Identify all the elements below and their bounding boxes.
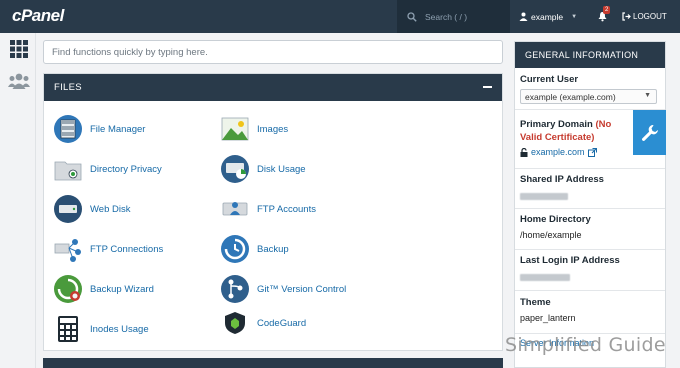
codeguard-icon [219, 307, 251, 339]
primary-domain-label: Primary Domain [520, 119, 593, 130]
git-version-control-label: Git™ Version Control [257, 283, 347, 295]
logout-icon [622, 12, 631, 21]
file-manager-link[interactable]: File Manager [52, 113, 145, 145]
home-directory-label: Home Directory [520, 214, 591, 225]
top-search-input[interactable]: Search ( / ) [397, 0, 510, 33]
home-directory-section: Home Directory /home/example [515, 209, 665, 250]
inodes-usage-label: Inodes Usage [90, 323, 149, 335]
file-manager-label: File Manager [90, 123, 146, 135]
users-button[interactable] [8, 70, 30, 92]
general-information-title: GENERAL INFORMATION [525, 50, 639, 60]
theme-label: Theme [520, 297, 551, 308]
primary-domain-section: Primary Domain (No Valid Certificate) ex… [515, 110, 666, 169]
chevron-down-icon: ▼ [571, 13, 578, 20]
shared-ip-label: Shared IP Address [520, 174, 604, 185]
wrench-icon [641, 124, 658, 141]
ftp-accounts-label: FTP Accounts [257, 203, 316, 215]
inodes-usage-link[interactable]: Inodes Usage [52, 313, 149, 345]
directory-privacy-icon [52, 153, 84, 185]
backup-wizard-label: Backup Wizard [90, 283, 154, 295]
images-label: Images [257, 123, 289, 135]
grid-icon [10, 40, 28, 58]
current-user-label: Current User [520, 74, 579, 85]
backup-label: Backup [257, 243, 289, 255]
top-navbar: cPanel Search ( / ) example ▼ 2 LOGOUT [0, 0, 680, 33]
search-icon [407, 11, 417, 22]
images-icon [219, 113, 251, 145]
primary-domain-value: example.com [531, 147, 585, 157]
lock-icon [520, 147, 528, 157]
theme-section: Theme paper_lantern [515, 291, 665, 334]
current-user-value: example (example.com) [525, 91, 616, 102]
general-information-panel: GENERAL INFORMATION Current User example… [514, 41, 666, 368]
theme-value: paper_lantern [520, 313, 576, 323]
file-manager-icon [52, 113, 84, 145]
git-icon [219, 273, 251, 305]
find-functions-placeholder: Find functions quickly by typing here. [52, 46, 208, 58]
users-icon [8, 73, 30, 89]
backup-icon [219, 233, 251, 265]
files-panel: FILES File Manager Images Directory Priv… [43, 73, 503, 351]
backup-wizard-icon [52, 273, 84, 305]
codeguard-link[interactable]: CodeGuard [219, 307, 306, 339]
web-disk-icon [52, 193, 84, 225]
codeguard-label: CodeGuard [257, 317, 307, 329]
chevron-down-icon: ▼ [644, 92, 651, 99]
user-icon [519, 12, 528, 21]
backup-link[interactable]: Backup [219, 233, 289, 265]
watermark: Simplified Guide [505, 334, 666, 356]
left-rail [0, 33, 36, 368]
next-panel-header[interactable] [43, 358, 503, 368]
directory-privacy-link[interactable]: Directory Privacy [52, 153, 162, 185]
user-menu[interactable]: example ▼ [512, 0, 586, 33]
ftp-connections-label: FTP Connections [90, 243, 164, 255]
general-information-header: GENERAL INFORMATION [515, 42, 665, 68]
ftp-connections-link[interactable]: FTP Connections [52, 233, 163, 265]
user-name: example [531, 11, 564, 22]
find-functions-input[interactable]: Find functions quickly by typing here. [43, 40, 503, 64]
last-login-ip-section: Last Login IP Address [515, 250, 665, 291]
ftp-accounts-icon [219, 193, 251, 225]
notification-count-badge: 2 [603, 6, 611, 14]
backup-wizard-link[interactable]: Backup Wizard [52, 273, 154, 305]
files-panel-title: FILES [54, 82, 82, 93]
shared-ip-value-redacted [520, 192, 665, 203]
files-panel-header[interactable]: FILES [44, 74, 502, 101]
home-directory-value: /home/example [520, 230, 582, 240]
web-disk-link[interactable]: Web Disk [52, 193, 130, 225]
last-login-ip-value-redacted [520, 273, 665, 284]
disk-usage-link[interactable]: Disk Usage [219, 153, 306, 185]
last-login-ip-label: Last Login IP Address [520, 255, 620, 266]
ftp-accounts-link[interactable]: FTP Accounts [219, 193, 316, 225]
disk-usage-icon [219, 153, 251, 185]
files-grid: File Manager Images Directory Privacy Di… [44, 101, 504, 351]
external-link-icon [587, 147, 597, 157]
collapse-icon[interactable] [483, 86, 492, 88]
ssl-wrench-button[interactable] [633, 110, 666, 155]
logout-label: LOGOUT [633, 12, 667, 21]
cpanel-logo[interactable]: cPanel [12, 6, 64, 26]
current-user-section: Current User example (example.com) ▼ [515, 70, 665, 110]
web-disk-label: Web Disk [90, 203, 131, 215]
images-link[interactable]: Images [219, 113, 288, 145]
top-search-placeholder: Search ( / ) [425, 11, 468, 22]
disk-usage-label: Disk Usage [257, 163, 306, 175]
ftp-connections-icon [52, 233, 84, 265]
primary-domain-heading: Primary Domain (No Valid Certificate) [520, 118, 628, 144]
logout-button[interactable]: LOGOUT [622, 0, 680, 33]
home-grid-button[interactable] [8, 38, 30, 60]
notifications-button[interactable]: 2 [589, 0, 616, 33]
inodes-usage-icon [52, 313, 84, 345]
git-version-control-link[interactable]: Git™ Version Control [219, 273, 346, 305]
directory-privacy-label: Directory Privacy [90, 163, 162, 175]
shared-ip-section: Shared IP Address [515, 169, 665, 209]
current-user-select[interactable]: example (example.com) ▼ [520, 89, 657, 104]
